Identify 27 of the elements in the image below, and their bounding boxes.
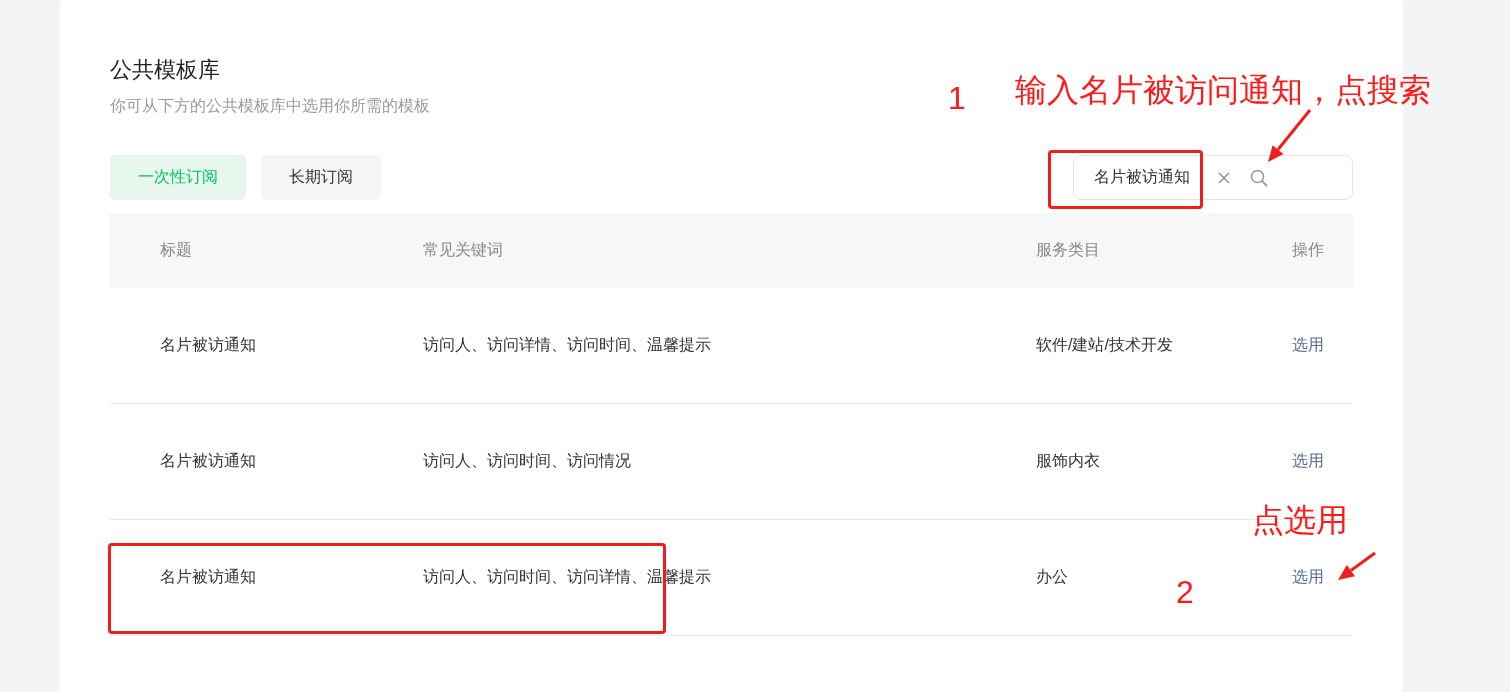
step-number: 2 (1176, 573, 1194, 612)
step-number: 1 (948, 79, 966, 118)
table-cell-text: 访问人、访问时间、访问情况 (423, 451, 632, 471)
tab[interactable]: 长期订阅 (261, 155, 381, 200)
page-title: 公共模板库 (110, 56, 221, 84)
column-header: 操作 (1292, 240, 1325, 260)
page-subtitle: 你可从下方的公共模板库中选用你所需的模板 (110, 96, 430, 116)
select-link[interactable]: 选用 (1292, 452, 1324, 469)
table-cell-text: 名片被访通知 (160, 567, 257, 587)
column-header: 标题 (160, 240, 193, 260)
search-field[interactable]: 名片被访通知 (1073, 155, 1353, 200)
table-cell-text: 软件/建站/技术开发 (1036, 335, 1174, 355)
arrow (1268, 109, 1312, 162)
select-link[interactable]: 选用 (1292, 336, 1324, 353)
table-cell-text: 访问人、访问详情、访问时间、温馨提示 (423, 335, 712, 355)
table-cell-text: 服饰内衣 (1036, 451, 1101, 471)
arrow (1338, 551, 1376, 580)
table-cell-text: 名片被访通知 (160, 335, 257, 355)
table-cell-text: 名片被访通知 (160, 451, 257, 471)
annotation-text: 点选用 (1252, 501, 1348, 540)
column-header: 常见关键词 (423, 240, 504, 260)
column-header: 服务类目 (1036, 240, 1101, 260)
table-cell-text: 办公 (1036, 567, 1069, 587)
clear-icon[interactable] (1218, 172, 1230, 184)
search-icon[interactable] (1250, 169, 1268, 187)
select-link[interactable]: 选用 (1292, 568, 1324, 585)
annotation-text: 输入名片被访问通知，点搜索 (1015, 71, 1431, 110)
